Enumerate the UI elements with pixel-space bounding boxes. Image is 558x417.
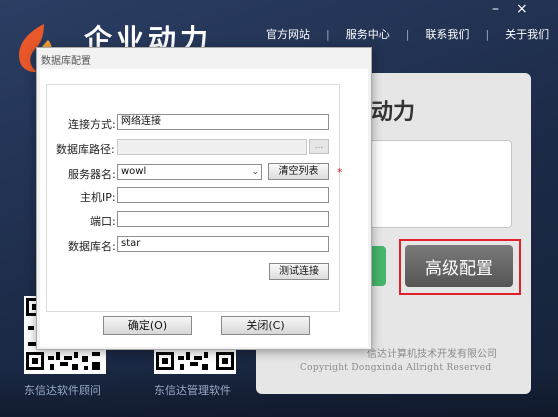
close-button[interactable]: 关闭(C) <box>221 316 310 335</box>
server-name-label: 服务器名: <box>68 168 116 181</box>
clear-list-button[interactable]: 清空列表 <box>268 163 329 180</box>
database-path-input[interactable] <box>117 139 307 155</box>
ok-button[interactable]: 确定(O) <box>103 316 192 335</box>
login-button[interactable] <box>370 246 386 286</box>
nav-official-site[interactable]: 官方网站 <box>250 26 326 42</box>
database-name-label: 数据库名: <box>68 240 116 253</box>
connection-type-field[interactable]: 网络连接 <box>117 114 329 130</box>
nav-service-center[interactable]: 服务中心 <box>330 26 406 42</box>
chevron-down-icon[interactable]: ⌄ <box>251 165 259 179</box>
host-ip-label: 主机IP: <box>80 191 116 204</box>
server-name-value: wowl <box>121 166 147 177</box>
nav-about-us[interactable]: 关于我们 <box>489 26 558 42</box>
database-name-input[interactable]: star <box>117 236 329 252</box>
database-config-dialog: 数据库配置 连接方式: 网络连接 数据库路径: ... 服务器名: wowl ⌄… <box>36 47 372 350</box>
port-label: 端口: <box>90 215 116 228</box>
top-navigation: 官方网站 | 服务中心 | 联系我们 | 关于我们 <box>250 26 558 42</box>
server-name-select[interactable]: wowl ⌄ <box>117 164 262 180</box>
qr-label-software-consultant: 东信达软件顾问 <box>24 384 101 397</box>
connection-type-label: 连接方式: <box>68 118 116 131</box>
test-connection-button[interactable]: 测试连接 <box>269 263 329 280</box>
copyright-english: Copyright Dongxinda Allright Reserved <box>300 363 492 373</box>
dialog-title: 数据库配置 <box>41 56 91 67</box>
minimize-button[interactable]: – <box>492 2 499 16</box>
login-credentials-box[interactable] <box>370 140 512 228</box>
browse-button[interactable]: ... <box>309 139 329 154</box>
port-input[interactable] <box>117 211 329 227</box>
dialog-body: 连接方式: 网络连接 数据库路径: ... 服务器名: wowl ⌄ 清空列表 … <box>40 69 368 347</box>
qr-label-management-software: 东信达管理软件 <box>154 384 231 397</box>
required-marker: * <box>337 166 343 179</box>
advanced-config-button[interactable]: 高级配置 <box>405 245 513 287</box>
nav-contact-us[interactable]: 联系我们 <box>409 26 485 42</box>
database-path-label: 数据库路径: <box>56 143 115 156</box>
close-window-button[interactable]: × <box>516 2 528 16</box>
host-ip-input[interactable] <box>117 187 329 203</box>
copyright-chinese: 信达计算机技术开发有限公司 <box>367 349 497 360</box>
login-title: 动力 <box>371 100 416 125</box>
